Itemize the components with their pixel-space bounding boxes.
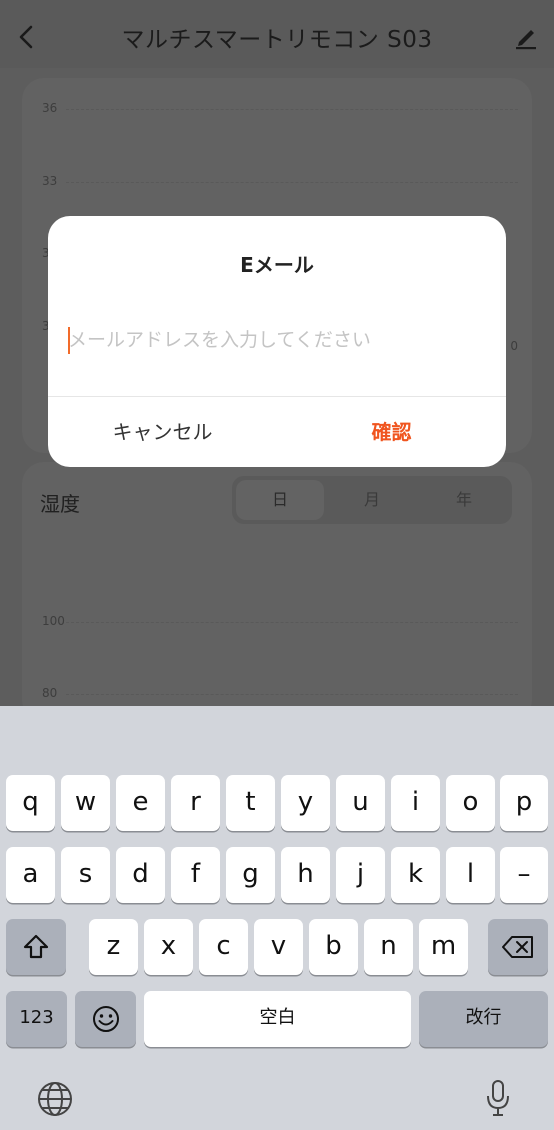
confirm-button[interactable]: 確認 xyxy=(277,397,506,467)
key-e[interactable]: e xyxy=(116,775,165,831)
dictation-button[interactable] xyxy=(484,1078,512,1118)
shift-icon xyxy=(23,934,49,959)
key-l[interactable]: l xyxy=(446,847,495,903)
grid-line xyxy=(66,694,518,695)
key-c[interactable]: c xyxy=(199,919,248,975)
space-key[interactable]: 空白 xyxy=(144,991,411,1047)
text-cursor xyxy=(68,327,70,354)
key-n[interactable]: n xyxy=(364,919,413,975)
dialog-title: Eメール xyxy=(240,253,314,277)
numbers-key[interactable]: 123 xyxy=(6,991,67,1047)
key-o[interactable]: o xyxy=(446,775,495,831)
key-h[interactable]: h xyxy=(281,847,330,903)
key-v[interactable]: v xyxy=(254,919,303,975)
cancel-button[interactable]: キャンセル xyxy=(48,397,277,467)
pencil-icon xyxy=(516,30,536,50)
globe-button[interactable] xyxy=(36,1080,74,1118)
key-q[interactable]: q xyxy=(6,775,55,831)
emoji-icon xyxy=(92,1006,119,1032)
globe-icon xyxy=(38,1082,72,1116)
key-j[interactable]: j xyxy=(336,847,385,903)
backspace-icon xyxy=(502,936,533,958)
temp-right-tick-label: 0 xyxy=(510,339,518,353)
key-w[interactable]: w xyxy=(61,775,110,831)
shift-key[interactable] xyxy=(6,919,66,975)
edit-button[interactable] xyxy=(512,24,540,50)
key-dash[interactable]: – xyxy=(500,847,548,903)
key-g[interactable]: g xyxy=(226,847,275,903)
grid-line xyxy=(66,109,518,110)
humidity-title: 湿度 xyxy=(40,492,80,516)
temp-tick-label: 36 xyxy=(42,101,58,115)
key-a[interactable]: a xyxy=(6,847,55,903)
grid-line xyxy=(66,622,518,623)
page-title: マルチスマートリモコン S03 xyxy=(121,27,433,53)
key-s[interactable]: s xyxy=(61,847,110,903)
key-p[interactable]: p xyxy=(500,775,548,831)
key-k[interactable]: k xyxy=(391,847,440,903)
key-i[interactable]: i xyxy=(391,775,440,831)
grid-line xyxy=(66,182,518,183)
key-y[interactable]: y xyxy=(281,775,330,831)
delete-key[interactable] xyxy=(488,919,548,975)
key-r[interactable]: r xyxy=(171,775,220,831)
temp-tick-label: 33 xyxy=(42,174,58,188)
microphone-icon xyxy=(487,1080,509,1116)
humidity-tick-label: 100 xyxy=(42,614,65,628)
return-key[interactable]: 改行 xyxy=(419,991,548,1047)
key-u[interactable]: u xyxy=(336,775,385,831)
key-f[interactable]: f xyxy=(171,847,220,903)
email-dialog: Eメール キャンセル 確認 xyxy=(48,216,506,467)
humidity-tick-label: 80 xyxy=(42,686,58,700)
key-d[interactable]: d xyxy=(116,847,165,903)
tab-month[interactable]: 月 xyxy=(328,480,416,520)
key-x[interactable]: x xyxy=(144,919,193,975)
tab-day[interactable]: 日 xyxy=(236,480,324,520)
tab-year[interactable]: 年 xyxy=(420,480,508,520)
navigation-bar: マルチスマートリモコン S03 xyxy=(0,0,554,68)
key-t[interactable]: t xyxy=(226,775,275,831)
email-input[interactable] xyxy=(68,322,488,358)
period-segmented-control: 日 月 年 xyxy=(232,476,512,524)
key-m[interactable]: m xyxy=(419,919,468,975)
key-b[interactable]: b xyxy=(309,919,358,975)
emoji-key[interactable] xyxy=(75,991,136,1047)
keyboard xyxy=(0,706,554,1130)
key-z[interactable]: z xyxy=(89,919,138,975)
